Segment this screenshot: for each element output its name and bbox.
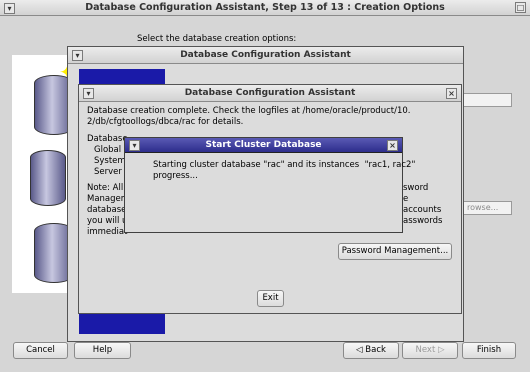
note-line: database bbox=[87, 205, 127, 215]
note-line: immediat bbox=[87, 227, 128, 237]
window-menu-icon[interactable]: ▾ bbox=[4, 3, 15, 14]
close-icon[interactable]: × bbox=[446, 88, 457, 99]
info-line: Global bbox=[94, 145, 122, 155]
note-line: Note: All bbox=[87, 183, 124, 193]
document-cylinder-icon bbox=[30, 150, 66, 206]
note-line: sword bbox=[403, 183, 429, 193]
start-cluster-dialog: Start Cluster Database ▾ × Starting clus… bbox=[124, 137, 415, 233]
info-line: Server bbox=[94, 167, 122, 177]
note-line: accounts bbox=[403, 205, 442, 215]
next-arrow-icon: ▷ bbox=[435, 345, 445, 355]
option-field-fragment[interactable] bbox=[462, 93, 512, 107]
window-close-icon[interactable]: □ bbox=[515, 2, 526, 13]
start-cluster-titlebar: Start Cluster Database ▾ × bbox=[125, 138, 402, 153]
progress-dialog-title: Database Configuration Assistant bbox=[180, 50, 351, 60]
start-cluster-message: Starting cluster database "rac" and its … bbox=[153, 160, 416, 181]
cancel-button[interactable]: Cancel bbox=[13, 342, 68, 359]
password-management-button[interactable]: Password Management... bbox=[338, 243, 452, 260]
main-titlebar: Database Configuration Assistant, Step 1… bbox=[0, 0, 530, 16]
chevron-down-icon[interactable]: ▾ bbox=[129, 140, 140, 151]
progress-dialog-titlebar: Database Configuration Assistant ▾ bbox=[68, 47, 463, 64]
back-button[interactable]: ◁ Back bbox=[343, 342, 399, 359]
help-button[interactable]: Help bbox=[74, 342, 131, 359]
note-line: e bbox=[403, 194, 409, 204]
exit-button[interactable]: Exit bbox=[257, 290, 284, 307]
main-window-title: Database Configuration Assistant, Step 1… bbox=[85, 2, 445, 13]
chevron-down-icon[interactable]: ▾ bbox=[83, 88, 94, 99]
note-line: Managem bbox=[87, 194, 130, 204]
next-label: Next bbox=[415, 345, 436, 355]
next-button[interactable]: Next ▷ bbox=[402, 342, 458, 359]
completion-dialog-title: Database Configuration Assistant bbox=[184, 88, 356, 98]
close-icon[interactable]: × bbox=[387, 140, 398, 151]
start-cluster-title: Start Cluster Database bbox=[205, 140, 322, 150]
finish-button[interactable]: Finish bbox=[462, 342, 516, 359]
chevron-down-icon[interactable]: ▾ bbox=[72, 50, 83, 61]
note-line: you will u bbox=[87, 216, 128, 226]
info-line: Database bbox=[87, 134, 128, 144]
browse-button[interactable]: rowse... bbox=[462, 201, 512, 215]
note-line: asswords bbox=[403, 216, 443, 226]
back-arrow-icon: ◁ bbox=[356, 345, 366, 355]
creation-options-prompt: Select the database creation options: bbox=[137, 34, 297, 44]
info-line: System bbox=[94, 156, 126, 166]
completion-dialog-titlebar: Database Configuration Assistant ▾ × bbox=[79, 85, 461, 102]
completion-message: Database creation complete. Check the lo… bbox=[87, 106, 411, 127]
back-label: Back bbox=[365, 345, 386, 355]
